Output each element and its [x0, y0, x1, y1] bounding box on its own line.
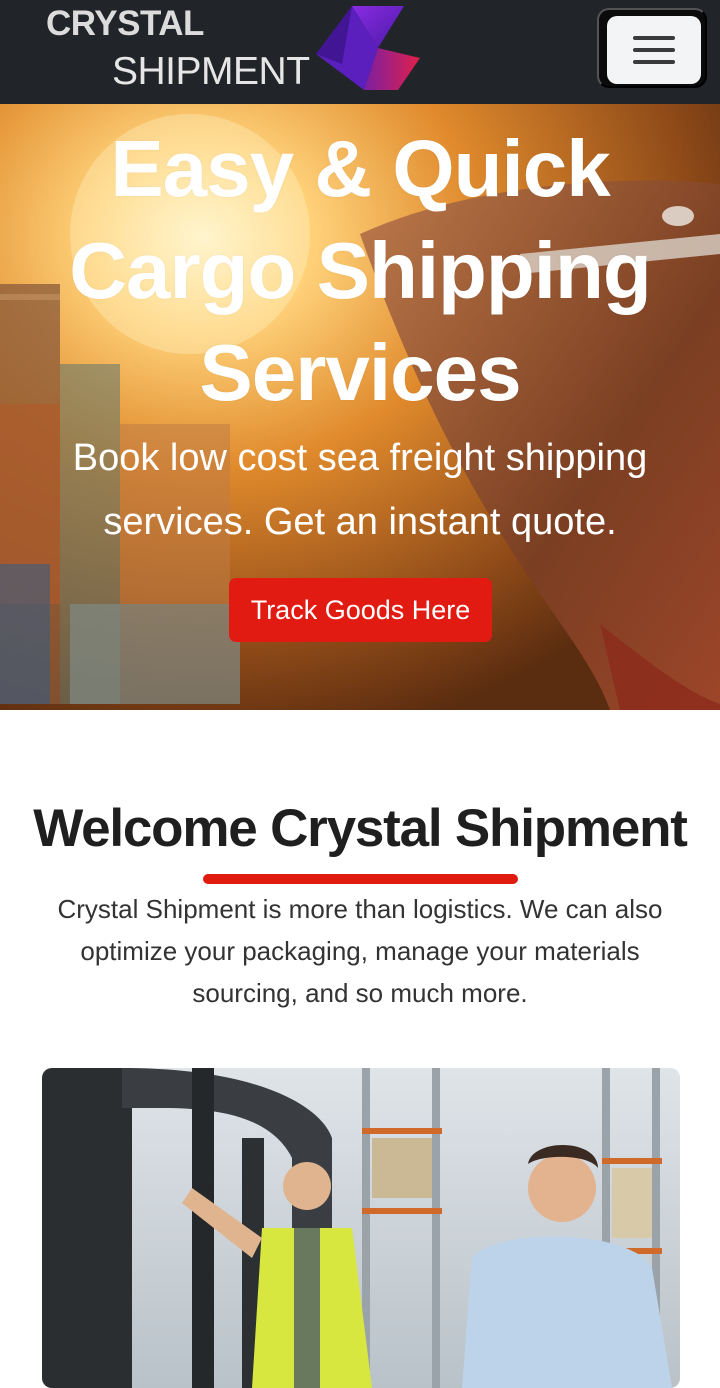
hero-subtitle: Book low cost sea freight shipping servi… — [72, 437, 648, 543]
warehouse-workers-image — [42, 1068, 680, 1388]
hero-title: Easy & Quick Cargo Shipping Services — [69, 124, 652, 417]
hero-section: Easy & Quick Cargo Shipping Services Boo… — [0, 104, 720, 710]
menu-toggle-button[interactable] — [597, 8, 707, 88]
brand-name-top: CRYSTAL — [46, 4, 204, 43]
welcome-description: Crystal Shipment is more than logistics.… — [57, 894, 663, 1008]
hamburger-line — [633, 60, 675, 64]
brand-logo[interactable]: CRYSTAL SHIPMENT — [46, 4, 426, 100]
logo-mark-icon — [316, 6, 420, 90]
hamburger-line — [633, 36, 675, 40]
navbar: CRYSTAL SHIPMENT — [0, 0, 720, 104]
welcome-title: Welcome Crystal Shipment — [33, 799, 688, 858]
hamburger-line — [633, 48, 675, 52]
hamburger-icon — [607, 16, 701, 84]
warehouse-photo — [42, 1068, 680, 1388]
track-goods-button[interactable]: Track Goods Here — [229, 578, 492, 642]
title-underline — [203, 874, 518, 884]
brand-name-bottom: SHIPMENT — [112, 50, 310, 93]
